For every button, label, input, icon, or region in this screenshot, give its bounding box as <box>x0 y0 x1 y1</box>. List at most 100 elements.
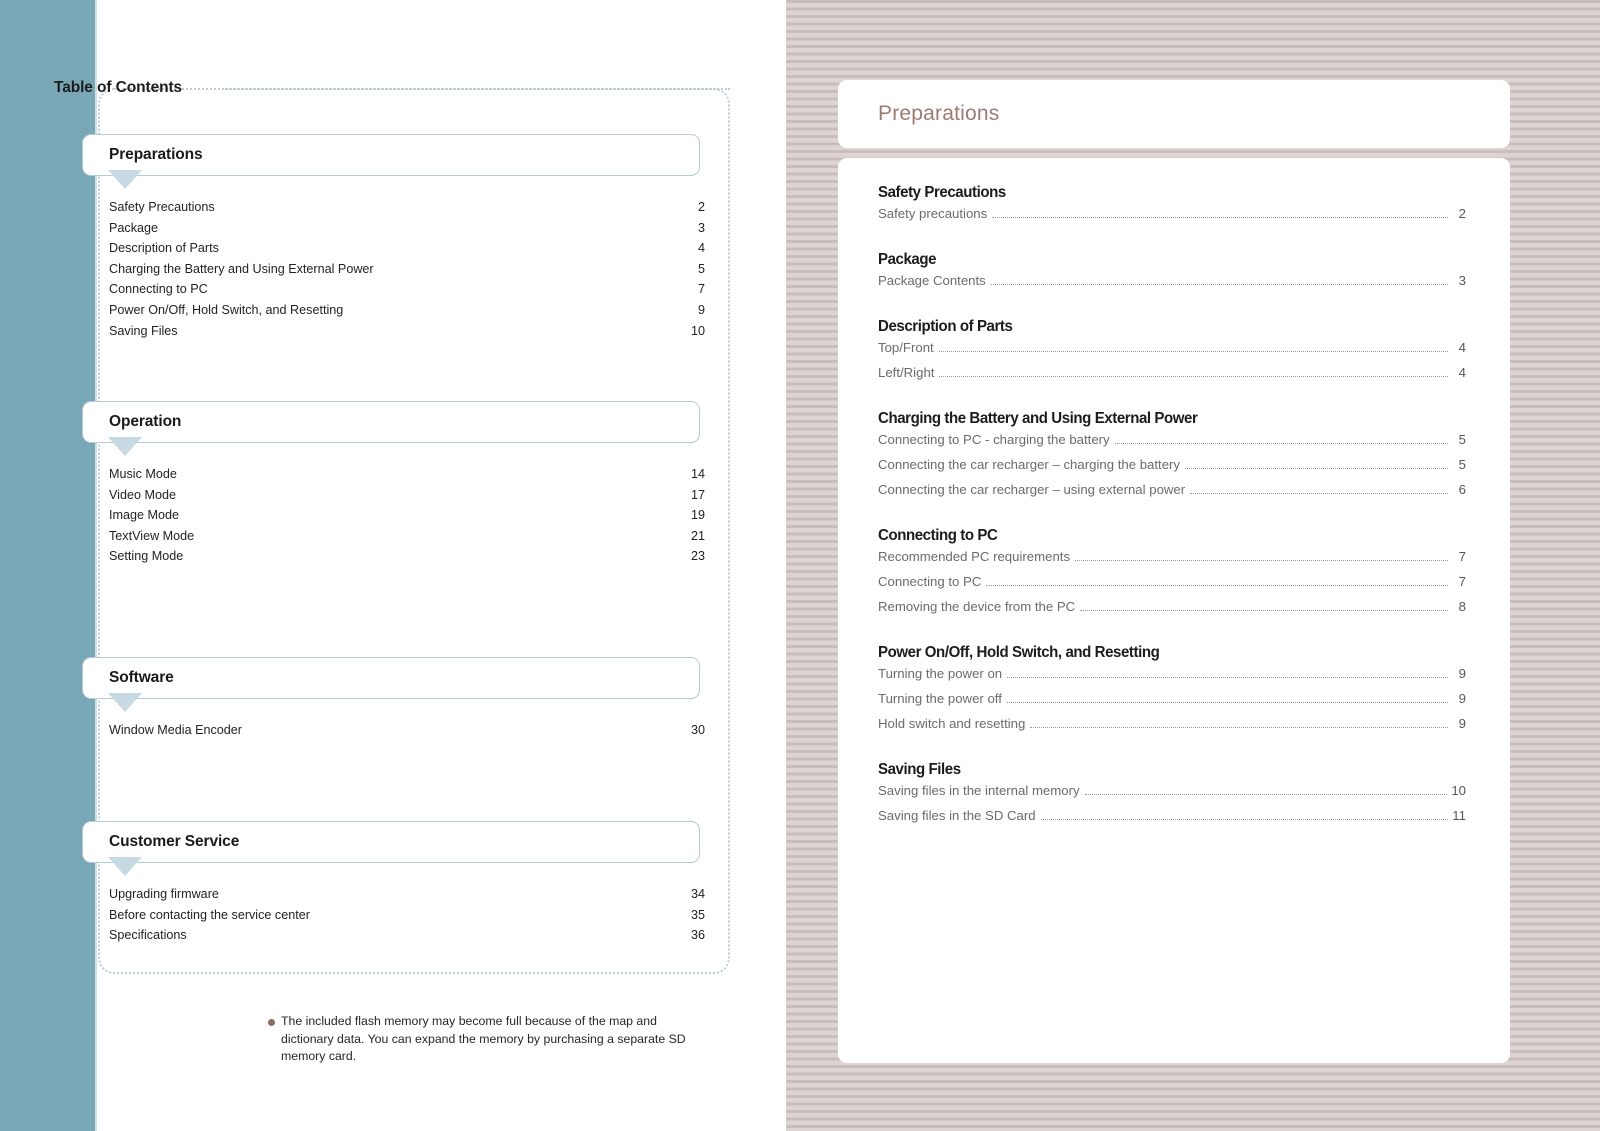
section-header-customer-service[interactable]: Customer Service <box>82 821 700 863</box>
contents-row-page: 5 <box>1458 432 1466 447</box>
toc-entry-label: Video Mode <box>109 487 176 502</box>
section-header-operation[interactable]: Operation <box>82 401 700 443</box>
toc-entry-list: Window Media Encoder 30 <box>109 723 705 744</box>
toc-entry-page: 7 <box>697 282 705 297</box>
contents-row-leader <box>986 585 1448 586</box>
toc-entry-page: 19 <box>690 508 705 523</box>
contents-row-leader <box>1075 560 1448 561</box>
contents-row[interactable]: Removing the device from the PC 8 <box>878 599 1466 624</box>
contents-group-safety-precautions: Safety Precautions Safety precautions 2 <box>878 184 1466 231</box>
contents-row-leader <box>1114 443 1448 444</box>
toc-entry-page: 14 <box>690 467 705 481</box>
section-arrow-icon <box>108 170 142 189</box>
contents-row[interactable]: Connecting the car recharger – charging … <box>878 457 1466 482</box>
contents-row-label: Connecting the car recharger – using ext… <box>878 482 1186 497</box>
chapter-header-card: Preparations <box>838 80 1510 148</box>
contents-row-label: Connecting the car recharger – charging … <box>878 457 1181 472</box>
toc-entry-label: Power On/Off, Hold Switch, and Resetting <box>109 302 344 317</box>
toc-entry[interactable]: Window Media Encoder 30 <box>109 723 705 744</box>
contents-row-label: Saving files in the SD Card <box>878 808 1036 823</box>
toc-entry-page: 10 <box>690 323 705 338</box>
contents-row[interactable]: Package Contents 3 <box>878 273 1466 298</box>
contents-row-label: Package Contents <box>878 273 986 288</box>
contents-group-description-of-parts: Description of Parts Top/Front 4 Left/Ri… <box>878 318 1466 390</box>
section-arrow-icon <box>108 437 142 456</box>
contents-row[interactable]: Hold switch and resetting 9 <box>878 716 1466 741</box>
contents-row[interactable]: Connecting to PC 7 <box>878 574 1466 599</box>
contents-group-heading: Connecting to PC <box>878 527 998 544</box>
toc-entry-page: 4 <box>697 241 705 256</box>
toc-entry-list: Upgrading firmware 34 Before contacting … <box>109 887 705 949</box>
contents-group-connecting-to-pc: Connecting to PC Recommended PC requirem… <box>878 527 1466 624</box>
toc-entry[interactable]: Specifications 36 <box>109 928 705 949</box>
page-spine-bar <box>0 0 95 1131</box>
contents-row-label: Removing the device from the PC <box>878 599 1076 614</box>
contents-row[interactable]: Saving files in the internal memory 10 <box>878 783 1466 808</box>
contents-row-label: Left/Right <box>878 365 935 380</box>
contents-row-page: 7 <box>1458 574 1466 589</box>
toc-entry-label: Image Mode <box>109 508 180 523</box>
page-title: Table of Contents <box>54 79 183 96</box>
contents-row-page: 9 <box>1458 716 1466 731</box>
toc-entry[interactable]: Package 3 <box>109 221 705 242</box>
contents-row[interactable]: Connecting the car recharger – using ext… <box>878 482 1466 507</box>
toc-entry-label: Charging the Battery and Using External … <box>109 261 374 276</box>
contents-row[interactable]: Left/Right 4 <box>878 365 1466 390</box>
toc-entry-page: 17 <box>690 487 705 502</box>
contents-row-leader <box>1084 794 1448 795</box>
toc-entry[interactable]: Saving Files 10 <box>109 324 705 345</box>
toc-entry[interactable]: Setting Mode 23 <box>109 549 705 570</box>
section-header-software[interactable]: Software <box>82 657 700 699</box>
toc-entry-page: 34 <box>690 887 705 901</box>
contents-row[interactable]: Turning the power on 9 <box>878 666 1466 691</box>
contents-row[interactable]: Saving files in the SD Card 11 <box>878 808 1466 833</box>
footnote: The included flash memory may become ful… <box>268 1013 708 1066</box>
contents-row-page: 5 <box>1458 457 1466 472</box>
toc-entry[interactable]: Connecting to PC 7 <box>109 282 705 303</box>
chapter-title: Preparations <box>878 102 1000 125</box>
toc-entry[interactable]: Video Mode 17 <box>109 488 705 509</box>
section-title: Operation <box>109 413 182 430</box>
toc-entry-label: Saving Files <box>109 323 178 338</box>
toc-entry[interactable]: Power On/Off, Hold Switch, and Resetting… <box>109 303 705 324</box>
right-page: Preparations Safety Precautions Safety p… <box>786 0 1600 1131</box>
toc-entry[interactable]: TextView Mode 21 <box>109 529 705 550</box>
contents-group-saving-files: Saving Files Saving files in the interna… <box>878 761 1466 833</box>
toc-entry[interactable]: Image Mode 19 <box>109 508 705 529</box>
contents-row-label: Saving files in the internal memory <box>878 783 1080 798</box>
contents-row-label: Top/Front <box>878 340 934 355</box>
toc-entry[interactable]: Before contacting the service center 35 <box>109 908 705 929</box>
toc-entry-label: TextView Mode <box>109 528 195 543</box>
toc-entry-label: Description of Parts <box>109 241 219 256</box>
toc-entry[interactable]: Charging the Battery and Using External … <box>109 262 705 283</box>
toc-entry-label: Setting Mode <box>109 549 184 564</box>
contents-row-leader <box>1080 610 1448 611</box>
toc-entry-list: Music Mode 14 Video Mode 17 Image Mode 1… <box>109 467 705 570</box>
toc-entry-page: 21 <box>690 528 705 543</box>
contents-row-leader <box>1007 677 1448 678</box>
toc-entry[interactable]: Safety Precautions 2 <box>109 200 705 221</box>
toc-entry-label: Music Mode <box>109 467 177 481</box>
contents-row-page: 10 <box>1451 783 1466 798</box>
contents-row-page: 11 <box>1452 808 1466 823</box>
contents-row[interactable]: Turning the power off 9 <box>878 691 1466 716</box>
contents-row-page: 9 <box>1458 666 1466 681</box>
contents-row[interactable]: Connecting to PC - charging the battery … <box>878 432 1466 457</box>
contents-row[interactable]: Top/Front 4 <box>878 340 1466 365</box>
contents-row[interactable]: Safety precautions 2 <box>878 206 1466 231</box>
toc-entry-page: 9 <box>697 302 705 317</box>
toc-entry-label: Package <box>109 220 159 235</box>
footnote-text: The included flash memory may become ful… <box>281 1014 686 1064</box>
section-header-preparations[interactable]: Preparations <box>82 134 700 176</box>
section-title: Software <box>109 669 174 686</box>
section-arrow-icon <box>108 857 142 876</box>
toc-section-software: Software Window Media Encoder 30 <box>82 657 705 737</box>
toc-entry[interactable]: Upgrading firmware 34 <box>109 887 705 908</box>
toc-entry[interactable]: Description of Parts 4 <box>109 241 705 262</box>
toc-entry[interactable]: Music Mode 14 <box>109 467 705 488</box>
contents-group-power-on-off: Power On/Off, Hold Switch, and Resetting… <box>878 644 1466 741</box>
section-title: Preparations <box>109 146 203 163</box>
section-arrow-icon <box>108 693 142 712</box>
contents-row[interactable]: Recommended PC requirements 7 <box>878 549 1466 574</box>
toc-entry-label: Safety Precautions <box>109 200 215 214</box>
